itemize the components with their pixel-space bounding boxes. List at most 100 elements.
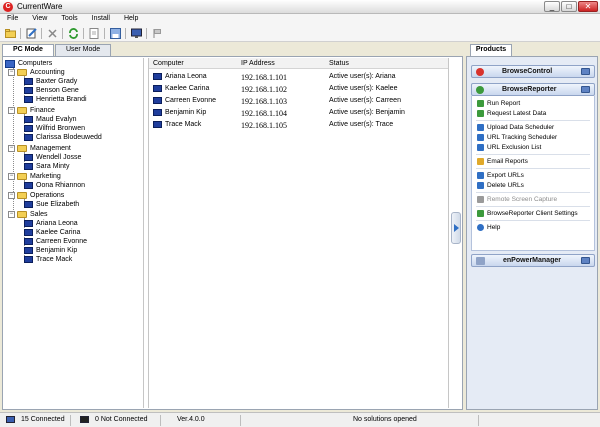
action-delete-urls[interactable]: Delete URLs [477,181,524,190]
product-browsecontrol-header[interactable]: BrowseControl [471,65,595,78]
menu-help[interactable]: Help [117,14,145,26]
exclusion-icon [477,144,484,151]
tree-group-finance[interactable]: − Finance [8,106,55,115]
collapse-icon[interactable]: − [8,107,15,114]
action-url-tracking-scheduler[interactable]: URL Tracking Scheduler [477,133,557,142]
action-label: Delete URLs [487,182,524,189]
tree-root-computers[interactable]: Computers [5,59,52,68]
divider [476,192,590,193]
page-icon[interactable] [87,27,101,41]
column-header-ip-address[interactable]: IP Address [241,60,275,67]
capture-icon [477,196,484,203]
action-request-latest-data[interactable]: Request Latest Data [477,109,546,118]
table-row[interactable]: Ariana Leona 192.168.1.101 Active user(s… [149,71,449,83]
action-export-urls[interactable]: Export URLs [477,171,524,180]
collapse-icon[interactable]: − [8,69,15,76]
tab-products[interactable]: Products [470,44,512,56]
collapse-icon[interactable]: − [8,145,15,152]
tree-group-marketing[interactable]: − Marketing [8,172,61,181]
edit-icon[interactable] [24,27,38,41]
collapse-icon[interactable]: − [8,192,15,199]
toolbar-divider [125,28,126,39]
monitor-icon[interactable] [129,27,143,41]
table-row[interactable]: Trace Mack 192.168.1.105 Active user(s):… [149,119,449,131]
cell-computer: Trace Mack [153,121,201,128]
collapse-icon[interactable]: − [8,173,15,180]
table-row[interactable]: Carreen Evonne 192.168.1.103 Active user… [149,95,449,107]
app-logo-icon: C [3,2,13,12]
tree-group-operations[interactable]: − Operations [8,191,64,200]
tree-item-computer[interactable]: Sue Elizabeth [24,200,79,209]
tree-item-computer[interactable]: Henrietta Brandi [24,95,87,104]
tree-item-computer[interactable]: Wilfrid Bronwen [24,124,85,133]
computer-icon [24,96,33,103]
expand-icon[interactable] [581,257,590,264]
tree-item-computer[interactable]: Benson Gene [24,86,79,95]
tree-item-computer[interactable]: Trace Mack [24,255,72,264]
collapse-panel-button[interactable] [451,212,461,244]
table-row[interactable]: Kaelee Carina 192.168.1.102 Active user(… [149,83,449,95]
tree-item-computer[interactable]: Ariana Leona [24,219,78,228]
tracking-icon [477,134,484,141]
tree-item-computer[interactable]: Clarissa Blodeuwedd [24,133,102,142]
computer-icon [24,182,33,189]
tree-item-computer[interactable]: Maud Evalyn [24,115,76,124]
tree-group-management[interactable]: − Management [8,144,71,153]
status-solutions: No solutions opened [353,416,417,423]
tree-group-accounting[interactable]: − Accounting [8,68,65,77]
tree-item-computer[interactable]: Carreen Evonne [24,237,87,246]
action-upload-data-scheduler[interactable]: Upload Data Scheduler [477,123,554,132]
action-run-report[interactable]: Run Report [477,99,520,108]
export-icon [477,172,484,179]
save-icon[interactable] [108,27,122,41]
cell-computer-name: Ariana Leona [165,73,207,80]
computer-icon [153,109,162,116]
action-browsereporter-client-settings[interactable]: BrowseReporter Client Settings [477,209,578,218]
tree-item-label: Sue Elizabeth [36,201,80,208]
collapse-icon[interactable]: − [8,211,15,218]
tree-item-computer[interactable]: Wendell Josse [24,153,81,162]
table-row[interactable]: Benjamin Kip 192.168.1.104 Active user(s… [149,107,449,119]
cell-ip-address: 192.168.1.101 [241,73,287,82]
menu-install[interactable]: Install [85,14,117,26]
tree-item-computer[interactable]: Baxter Grady [24,77,77,86]
tree-item-computer[interactable]: Kaelee Carina [24,228,80,237]
expand-icon[interactable] [581,68,590,75]
tree-item-computer[interactable]: Benjamin Kip [24,246,77,255]
tree-group-sales[interactable]: − Sales [8,210,48,219]
panel-splitter[interactable] [448,58,462,408]
computer-icon [24,229,33,236]
menu-view[interactable]: View [25,14,54,26]
delete-icon [477,182,484,189]
data-icon [477,110,484,117]
action-url-exclusion-list[interactable]: URL Exclusion List [477,143,541,152]
action-label: Help [487,224,501,231]
column-header-computer[interactable]: Computer [153,60,184,67]
folder-icon [17,145,27,152]
computer-tree[interactable]: Computers − Accounting Baxter Grady Bens… [4,58,144,408]
tree-item-computer[interactable]: Oona Rhiannon [24,181,85,190]
tab-user-mode[interactable]: User Mode [54,44,112,56]
menu-tools[interactable]: Tools [54,14,84,26]
flag-icon[interactable] [150,27,164,41]
maximize-button[interactable]: □ [561,1,577,12]
minimize-button[interactable]: _ [544,1,560,12]
folder-icon [17,192,27,199]
tree-item-label: Sara Minty [36,163,70,170]
product-enpowermanager-header[interactable]: enPowerManager [471,254,595,267]
action-email-reports[interactable]: Email Reports [477,157,528,166]
computer-icon [24,163,33,170]
collapse-icon[interactable] [581,86,590,93]
divider [476,154,590,155]
delete-icon[interactable] [45,27,59,41]
refresh-icon[interactable] [66,27,80,41]
tree-item-computer[interactable]: Sara Minty [24,162,69,171]
column-header-status[interactable]: Status [329,60,349,67]
menu-file[interactable]: File [0,14,25,26]
close-button[interactable]: ✕ [578,1,598,12]
product-browsereporter-header[interactable]: BrowseReporter [471,83,595,96]
computer-icon [24,256,33,263]
action-label: URL Tracking Scheduler [487,134,558,141]
action-help[interactable]: Help [477,223,500,232]
folder-icon[interactable] [3,27,17,41]
